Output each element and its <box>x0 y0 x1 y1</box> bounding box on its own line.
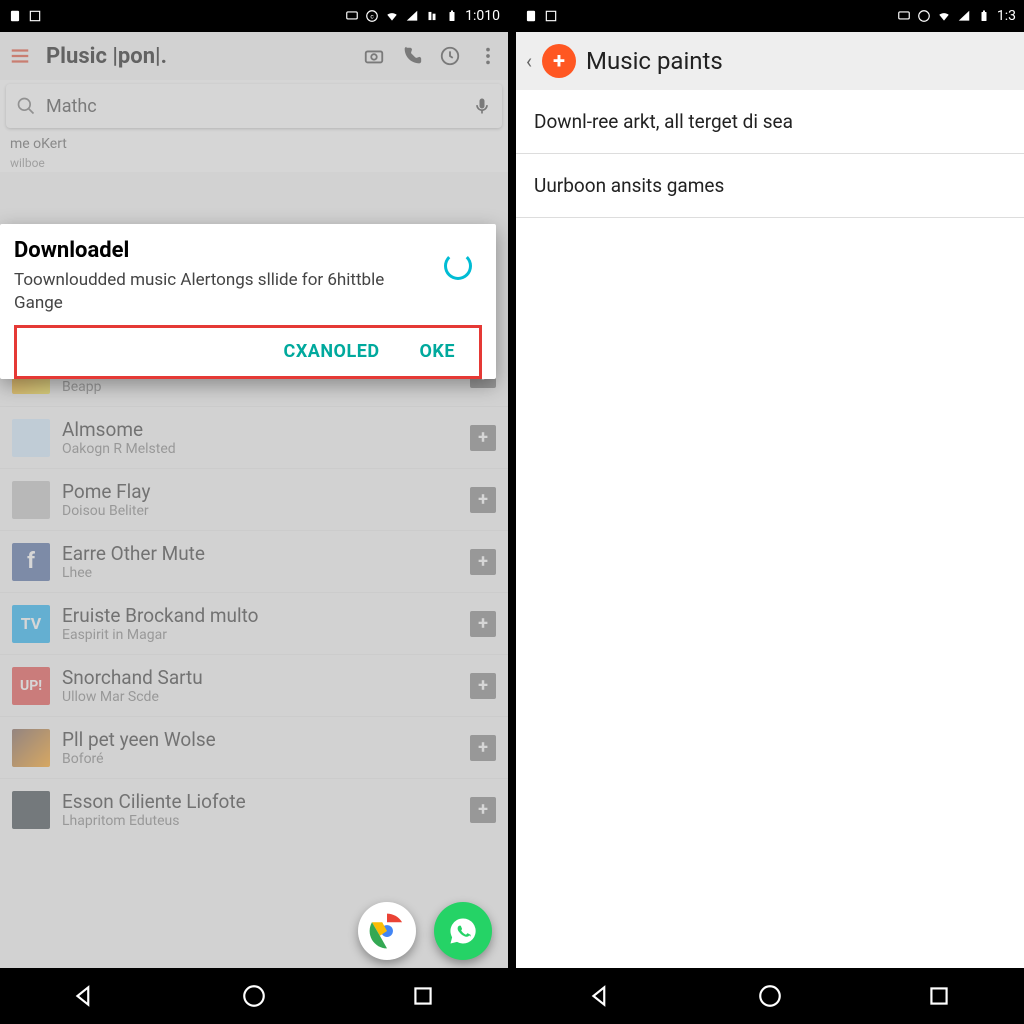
back-icon[interactable]: ‹ <box>526 49 532 73</box>
add-button[interactable]: + <box>542 44 576 78</box>
app-header: ‹ + Music paints <box>516 32 1024 90</box>
progress-spinner-icon <box>444 252 472 280</box>
signal-icon <box>405 9 419 23</box>
nav-home-icon[interactable] <box>241 983 267 1009</box>
copyright-icon: c <box>365 9 379 23</box>
copyright-icon <box>917 9 931 23</box>
status-time: 1:3 <box>997 8 1016 24</box>
dialog-scrim <box>0 32 508 968</box>
status-bar: 1:3 <box>516 0 1024 32</box>
chrome-app-icon[interactable] <box>358 902 416 960</box>
status-time: 1:010 <box>465 8 500 24</box>
nav-back-icon[interactable] <box>588 983 614 1009</box>
wifi-icon <box>385 9 399 23</box>
sim-icon <box>524 9 538 23</box>
svg-text:c: c <box>370 12 374 20</box>
settings-list: Downl-ree arkt, all terget di seaUurboon… <box>516 90 1024 968</box>
dialog-body: Toownloudded music Alertongs sllide for … <box>14 269 482 315</box>
nav-bar <box>516 968 1024 1024</box>
dialog-actions-highlight: CXANOLED OKE <box>14 325 482 379</box>
cancel-button[interactable]: CXANOLED <box>284 341 380 362</box>
battery-icon <box>445 9 459 23</box>
battery-stack-icon <box>425 9 439 23</box>
ok-button[interactable]: OKE <box>420 341 455 362</box>
page-title: Music paints <box>586 47 723 75</box>
dialog-title: Downloadel <box>14 238 482 263</box>
status-bar: c 1:010 <box>0 0 508 32</box>
nav-home-icon[interactable] <box>757 983 783 1009</box>
nav-bar <box>0 968 508 1024</box>
wifi-icon <box>937 9 951 23</box>
nav-back-icon[interactable] <box>72 983 98 1009</box>
cast-icon <box>897 9 911 23</box>
nav-recent-icon[interactable] <box>926 983 952 1009</box>
sim-icon <box>8 9 22 23</box>
signal-icon <box>957 9 971 23</box>
nav-recent-icon[interactable] <box>410 983 436 1009</box>
whatsapp-app-icon[interactable] <box>434 902 492 960</box>
battery-icon <box>977 9 991 23</box>
nfc-icon <box>544 9 558 23</box>
download-dialog: Downloadel Toownloudded music Alertongs … <box>0 224 496 379</box>
nfc-icon <box>28 9 42 23</box>
list-item[interactable]: Uurboon ansits games <box>516 154 1024 217</box>
divider <box>516 217 1024 218</box>
cast-icon <box>345 9 359 23</box>
list-item[interactable]: Downl-ree arkt, all terget di sea <box>516 90 1024 153</box>
